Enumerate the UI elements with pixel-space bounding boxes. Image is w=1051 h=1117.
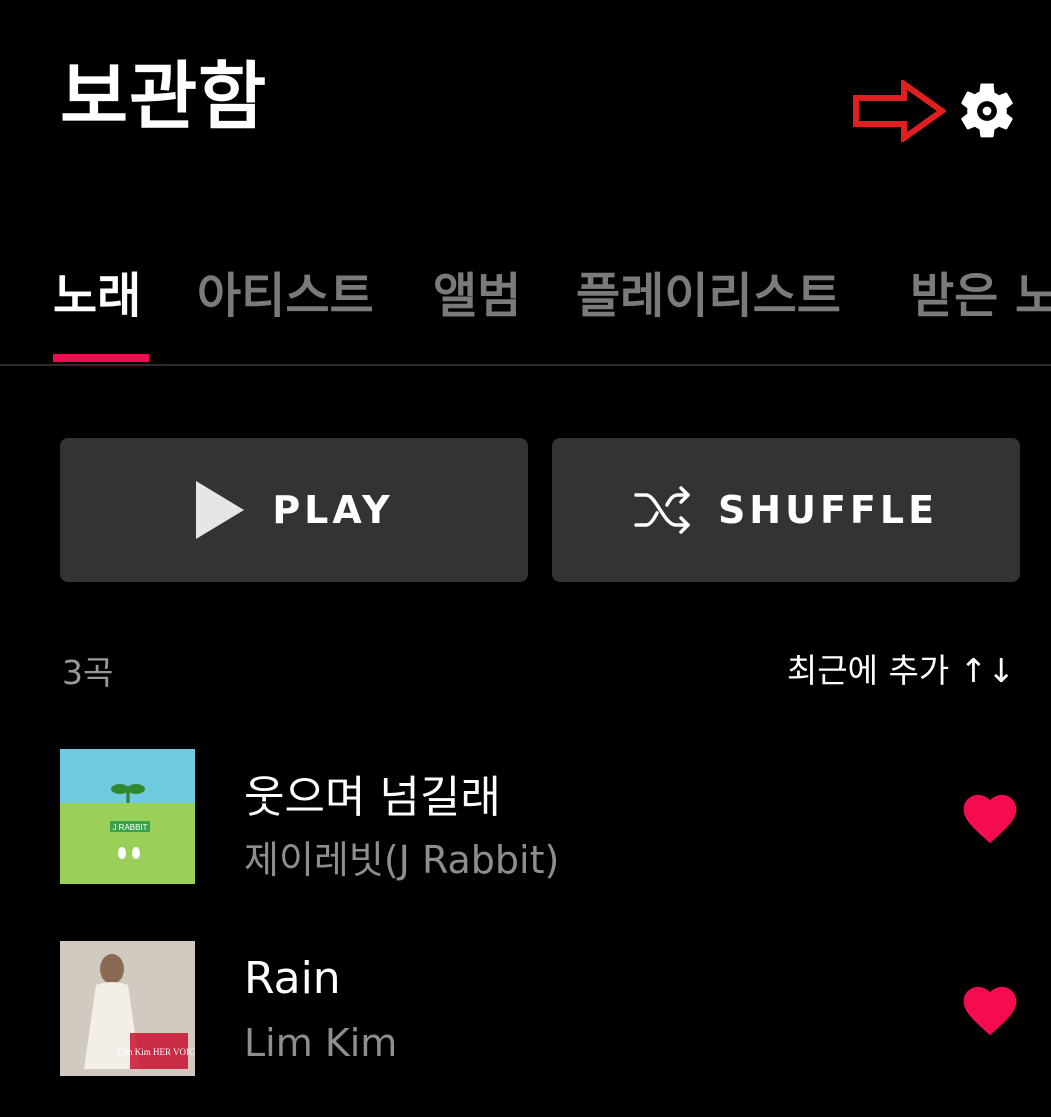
shuffle-button[interactable]: SHUFFLE [552, 438, 1020, 582]
tab-received[interactable]: 받은 노 [910, 272, 1051, 320]
shuffle-icon [634, 486, 690, 534]
song-title: Rain [244, 953, 341, 1004]
active-tab-indicator [53, 354, 149, 362]
play-label: PLAY [272, 488, 394, 532]
album-art-label: J RABBIT [112, 823, 147, 832]
song-title: 웃으며 넘길래 [244, 772, 501, 823]
list-item[interactable]: J RABBIT 웃으며 넘길래 제이레빗(J Rabbit) [0, 749, 1051, 885]
album-art: Lim Kim HER VOICE [60, 941, 195, 1076]
album-art: J RABBIT [60, 749, 195, 884]
tab-artists[interactable]: 아티스트 [197, 272, 374, 320]
page-title: 보관함 [60, 54, 268, 140]
album-art-label: Lim Kim HER VOICE [117, 1047, 195, 1057]
gear-icon [961, 83, 1013, 138]
tab-playlists[interactable]: 플레이리스트 [576, 272, 841, 320]
song-artist: 제이레빗(J Rabbit) [244, 838, 560, 882]
sort-button[interactable]: 최근에 추가 ↑↓ [787, 644, 1015, 692]
tab-albums[interactable]: 앨범 [433, 272, 521, 320]
settings-button[interactable] [954, 78, 1020, 144]
list-item[interactable]: Lim Kim HER VOICE Rain Lim Kim [0, 941, 1051, 1077]
heart-icon[interactable] [958, 979, 1022, 1037]
tabs-divider [0, 364, 1051, 366]
play-icon [196, 481, 245, 539]
play-button[interactable]: PLAY [60, 438, 528, 582]
shuffle-label: SHUFFLE [717, 488, 939, 532]
annotation-arrow-icon [853, 80, 946, 142]
song-count: 3곡 [62, 653, 114, 692]
tab-bar: 노래 아티스트 앨범 플레이리스트 받은 노 [0, 266, 1051, 366]
heart-icon[interactable] [958, 787, 1022, 845]
song-artist: Lim Kim [244, 1021, 398, 1065]
tab-songs[interactable]: 노래 [53, 272, 141, 320]
